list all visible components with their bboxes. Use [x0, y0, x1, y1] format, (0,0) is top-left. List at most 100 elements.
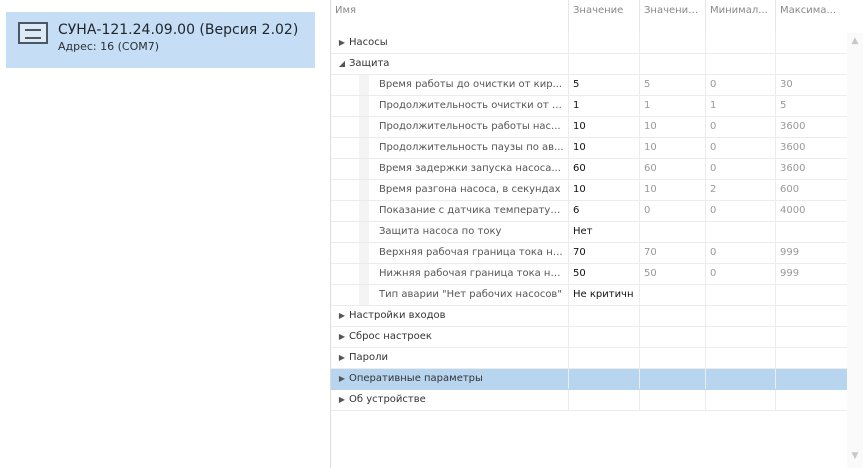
- category-cell: ▶ Оперативные параметры: [331, 369, 569, 389]
- category-row-reset[interactable]: ▶ Сброс настроек: [331, 327, 848, 348]
- device-item[interactable]: СУНА-121.24.09.00 (Версия 2.02) Адрес: 1…: [6, 12, 315, 68]
- property-min: 0: [706, 75, 776, 95]
- property-default: 70: [640, 243, 706, 263]
- property-value[interactable]: Нет: [569, 222, 640, 242]
- property-min: [706, 285, 776, 305]
- category-row-pumps[interactable]: ▶ Насосы: [331, 33, 848, 54]
- collapse-arrow-icon[interactable]: ◢: [335, 54, 349, 74]
- category-label: Защита: [349, 58, 390, 69]
- expand-arrow-icon[interactable]: ▶: [335, 33, 349, 53]
- property-max: 999: [780, 268, 800, 279]
- category-row-operational[interactable]: ▶ Оперативные параметры: [331, 369, 848, 390]
- scroll-down-arrow-icon[interactable]: ▼: [847, 448, 863, 464]
- grid-header: Имя Значение Значение... Минимал... Макс…: [331, 0, 848, 33]
- property-value[interactable]: 10: [569, 180, 640, 200]
- property-row[interactable]: Показание с датчика температур... 6 0 0 …: [331, 201, 848, 222]
- property-row[interactable]: Продолжительность паузы по ав... 10 10 0…: [331, 138, 848, 159]
- category-row-inputs[interactable]: ▶ Настройки входов: [331, 306, 848, 327]
- property-min: 0: [706, 201, 776, 221]
- property-default: 10: [640, 138, 706, 158]
- category-label: Об устройстве: [349, 394, 426, 405]
- category-row-passwords[interactable]: ▶ Пароли: [331, 348, 848, 369]
- property-row[interactable]: Время разгона насоса, в секундах 10 10 2…: [331, 180, 848, 201]
- category-cell: ▶ Пароли: [331, 348, 569, 368]
- grid-rows: ▶ Насосы ◢ Защита Время работы до очистки …: [331, 33, 848, 411]
- property-row[interactable]: Время задержки запуска насоса... 60 60 0…: [331, 159, 848, 180]
- property-min: 2: [706, 180, 776, 200]
- column-header-name[interactable]: Имя: [331, 0, 569, 33]
- column-header-min[interactable]: Минимал...: [706, 0, 776, 33]
- property-default: 5: [640, 75, 706, 95]
- property-max: 600: [780, 184, 800, 195]
- property-min: [706, 222, 776, 242]
- property-row[interactable]: Тип аварии "Нет рабочих насосов" Не крит…: [331, 285, 848, 306]
- scroll-up-arrow-icon[interactable]: ▲: [847, 33, 863, 49]
- property-default: 10: [640, 180, 706, 200]
- column-header-default[interactable]: Значение...: [640, 0, 706, 33]
- category-label: Пароли: [349, 352, 389, 363]
- category-label: Оперативные параметры: [349, 373, 483, 384]
- property-default: [640, 285, 706, 305]
- category-cell: ▶ Об устройстве: [331, 390, 569, 410]
- category-cell: ▶ Насосы: [331, 33, 569, 53]
- property-row[interactable]: Верхняя рабочая граница тока на... 70 70…: [331, 243, 848, 264]
- property-row[interactable]: Продолжительность работы нас... 10 10 0 …: [331, 117, 848, 138]
- device-address: Адрес: 16 (COM7): [58, 40, 160, 53]
- expand-arrow-icon[interactable]: ▶: [335, 369, 349, 389]
- category-cell: ▶ Настройки входов: [331, 306, 569, 326]
- property-value[interactable]: Не критичн: [569, 285, 640, 305]
- property-value[interactable]: 50: [569, 264, 640, 284]
- property-value[interactable]: 10: [569, 117, 640, 137]
- expand-arrow-icon[interactable]: ▶: [335, 348, 349, 368]
- property-value[interactable]: 6: [569, 201, 640, 221]
- property-min: 0: [706, 117, 776, 137]
- category-row-about[interactable]: ▶ Об устройстве: [331, 390, 848, 411]
- property-default: 0: [640, 201, 706, 221]
- property-max: 999: [780, 247, 800, 258]
- device-text: СУНА-121.24.09.00 (Версия 2.02) Адрес: 1…: [58, 12, 298, 54]
- property-min: 0: [706, 138, 776, 158]
- device-title: СУНА-121.24.09.00 (Версия 2.02): [58, 22, 299, 38]
- property-default: 50: [640, 264, 706, 284]
- property-value[interactable]: 60: [569, 159, 640, 179]
- category-cell: ◢ Защита: [331, 54, 569, 74]
- property-max: [776, 285, 848, 305]
- property-default: 10: [640, 117, 706, 137]
- property-max: 3600: [780, 163, 806, 174]
- category-label: Насосы: [349, 37, 388, 48]
- expand-arrow-icon[interactable]: ▶: [335, 306, 349, 326]
- vertical-scrollbar[interactable]: ▲ ▼: [847, 33, 863, 468]
- expand-arrow-icon[interactable]: ▶: [335, 327, 349, 347]
- property-max: 4000: [780, 205, 806, 216]
- property-default: 60: [640, 159, 706, 179]
- property-max: 3600: [780, 142, 806, 153]
- device-tree-pane: СУНА-121.24.09.00 (Версия 2.02) Адрес: 1…: [0, 0, 320, 468]
- property-max: 5: [780, 100, 787, 111]
- property-default: [640, 222, 706, 242]
- expand-arrow-icon[interactable]: ▶: [335, 390, 349, 410]
- property-min: 0: [706, 243, 776, 263]
- property-max: 30: [780, 79, 793, 90]
- property-min: 1: [706, 96, 776, 116]
- property-row[interactable]: Время работы до очистки от кир... 5 5 0 …: [331, 75, 848, 96]
- property-row[interactable]: Защита насоса по току Нет: [331, 222, 848, 243]
- property-grid: Имя Значение Значение... Минимал... Макс…: [330, 0, 848, 468]
- property-value[interactable]: 70: [569, 243, 640, 263]
- category-label: Сброс настроек: [349, 331, 432, 342]
- property-min: 0: [706, 264, 776, 284]
- property-min: 0: [706, 159, 776, 179]
- device-icon: [18, 22, 48, 44]
- property-max: 3600: [780, 121, 806, 132]
- property-value[interactable]: 5: [569, 75, 640, 95]
- column-header-max[interactable]: Максима...: [776, 0, 848, 33]
- category-row-protection[interactable]: ◢ Защита: [331, 54, 848, 75]
- property-row[interactable]: Нижняя рабочая граница тока на... 50 50 …: [331, 264, 848, 285]
- property-default: 1: [640, 96, 706, 116]
- column-header-value[interactable]: Значение: [569, 0, 640, 33]
- property-row[interactable]: Продолжительность очистки от к... 1 1 1 …: [331, 96, 848, 117]
- property-max: [776, 222, 848, 242]
- property-value[interactable]: 1: [569, 96, 640, 116]
- category-label: Настройки входов: [349, 310, 446, 321]
- category-cell: ▶ Сброс настроек: [331, 327, 569, 347]
- property-value[interactable]: 10: [569, 138, 640, 158]
